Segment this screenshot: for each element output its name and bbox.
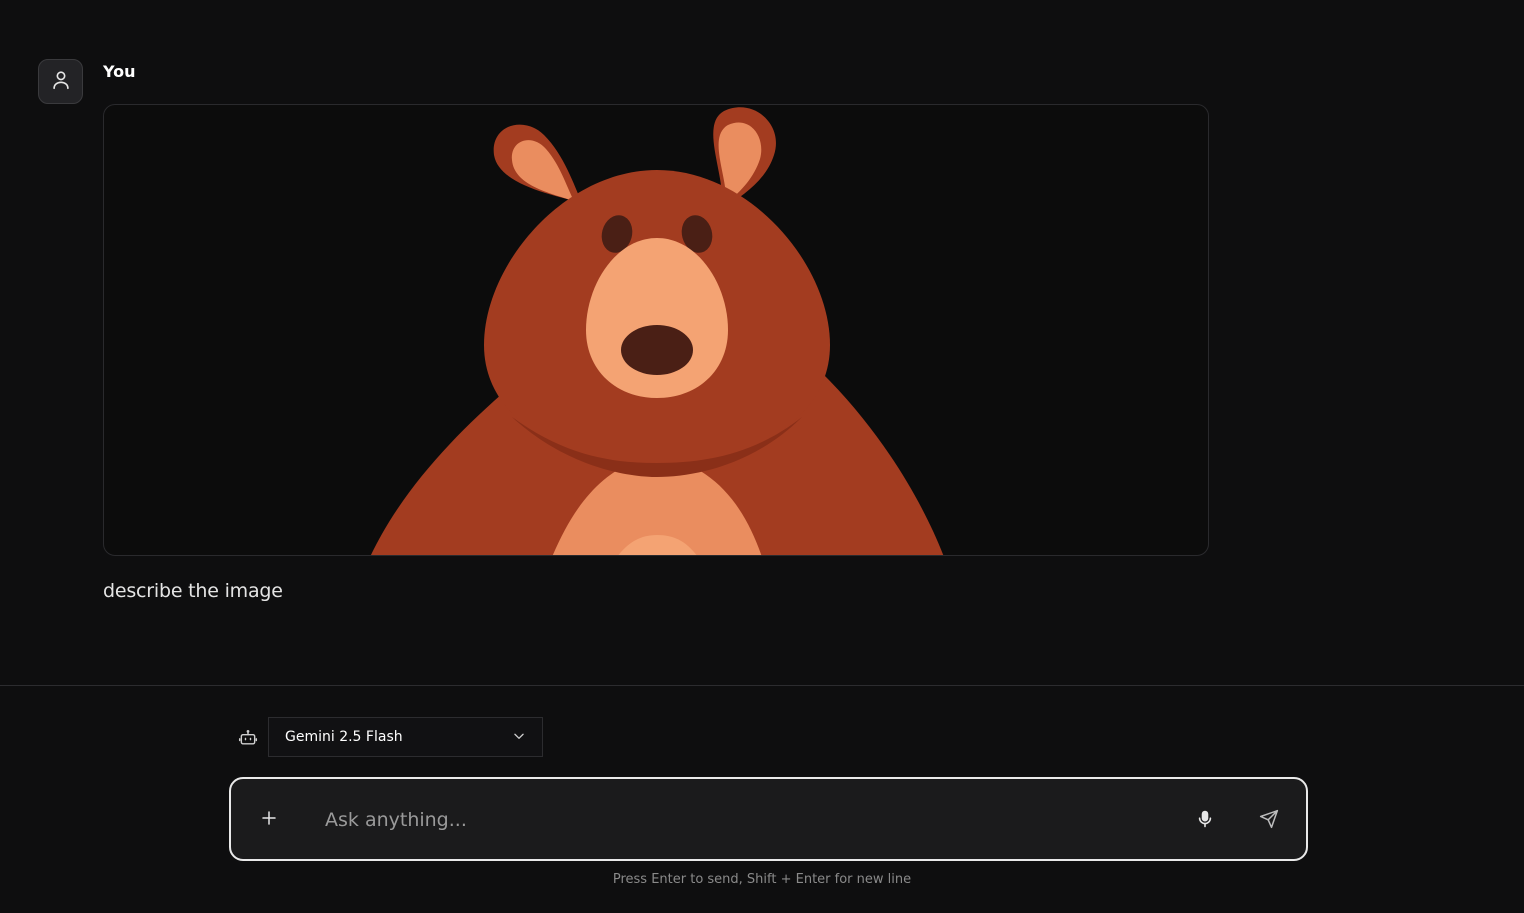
keyboard-hint: Press Enter to send, Shift + Enter for n… xyxy=(612,872,912,887)
send-icon xyxy=(1259,809,1279,833)
model-select[interactable]: Gemini 2.5 Flash xyxy=(268,717,543,757)
composer-divider xyxy=(0,685,1524,686)
bear-nose xyxy=(621,325,693,375)
microphone-icon xyxy=(1195,809,1215,833)
model-select-label: Gemini 2.5 Flash xyxy=(285,729,403,745)
send-button[interactable] xyxy=(1255,807,1283,835)
message-text: describe the image xyxy=(103,580,283,602)
bot-icon xyxy=(236,726,260,750)
chat-page: You describe the image Gemini 2.5 Flash … xyxy=(0,0,1524,913)
voice-button[interactable] xyxy=(1191,807,1219,835)
user-icon xyxy=(50,69,72,95)
attach-button[interactable] xyxy=(255,806,283,834)
bear-illustration xyxy=(370,107,944,555)
chevron-down-icon xyxy=(512,728,526,747)
attached-image[interactable] xyxy=(103,104,1209,556)
user-avatar xyxy=(38,59,83,104)
plus-icon xyxy=(260,809,278,831)
chat-input[interactable] xyxy=(325,799,1165,841)
bear-left-ear xyxy=(493,124,582,203)
message-sender: You xyxy=(103,62,136,81)
chat-input-container xyxy=(229,777,1308,861)
